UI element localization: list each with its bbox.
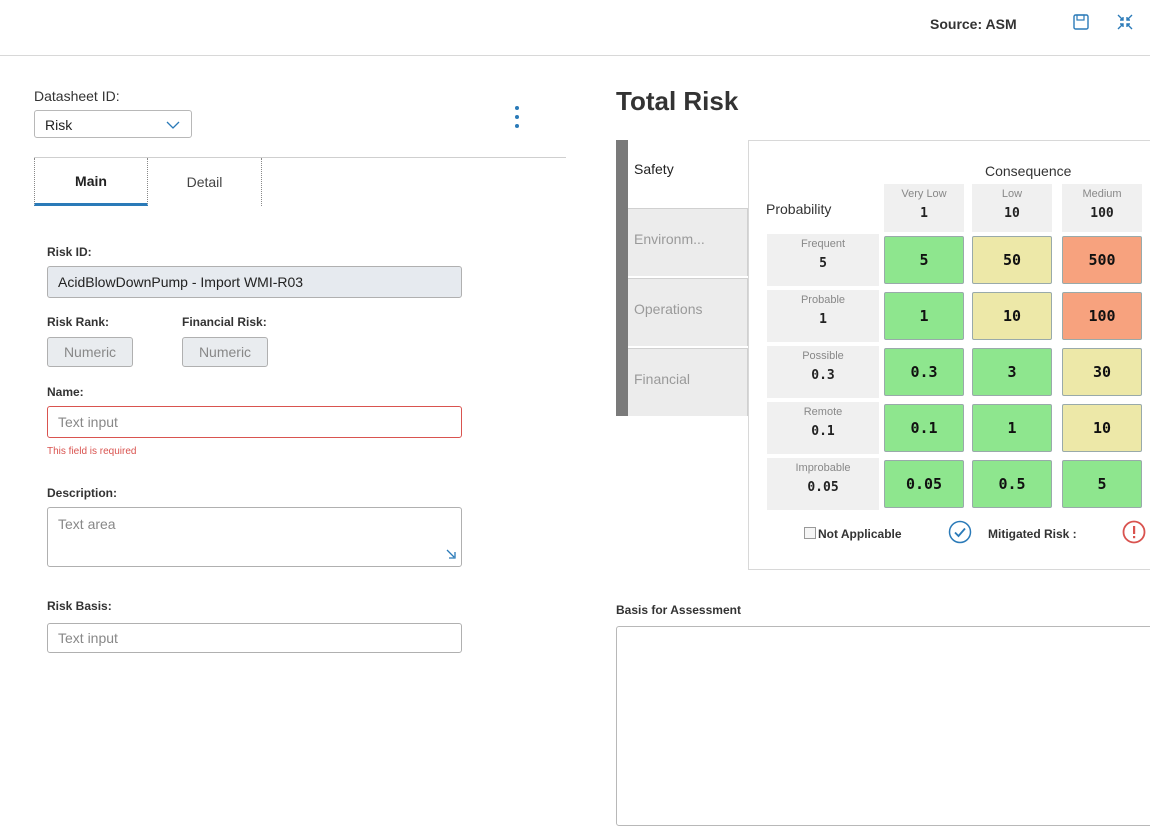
column-value: 10 [1004, 206, 1020, 221]
tab-environment[interactable]: Environm... [628, 208, 748, 276]
risk-cell[interactable]: 3 [972, 348, 1052, 396]
consequence-heading: Consequence [985, 163, 1072, 179]
datasheet-id-select[interactable]: Risk [34, 110, 192, 138]
risk-basis-label: Risk Basis: [47, 599, 112, 613]
tab-main[interactable]: Main [34, 158, 148, 206]
row-name: Improbable [795, 462, 851, 474]
column-value: 1 [920, 206, 928, 221]
row-name: Frequent [800, 238, 846, 250]
risk-cell[interactable]: 100 [1062, 292, 1142, 340]
row-name: Remote [803, 406, 843, 418]
probability-row-header: Remote 0.1 [767, 402, 879, 454]
resize-handle-icon[interactable] [445, 547, 457, 565]
consequence-column-header: Medium 100 [1062, 184, 1142, 232]
row-name: Possible [802, 350, 844, 362]
risk-cell[interactable]: 1 [884, 292, 964, 340]
name-error-message: This field is required [47, 446, 137, 457]
risk-cell[interactable]: 0.05 [884, 460, 964, 508]
description-placeholder: Text area [58, 516, 116, 532]
risk-id-label: Risk ID: [47, 245, 92, 259]
risk-rank-field[interactable]: Numeric [47, 337, 133, 367]
column-name: Low [1001, 188, 1023, 200]
consequence-column-header: Low 10 [972, 184, 1052, 232]
row-value: 5 [819, 256, 827, 271]
tab-safety[interactable]: Safety [628, 140, 748, 208]
name-label: Name: [47, 385, 84, 399]
probability-row-header: Probable 1 [767, 290, 879, 342]
description-textarea[interactable]: Text area [47, 507, 462, 567]
warning-icon[interactable] [1122, 520, 1146, 544]
datasheet-id-label: Datasheet ID: [34, 88, 120, 104]
row-value: 0.1 [811, 424, 835, 439]
risk-cell[interactable]: 0.3 [884, 348, 964, 396]
risk-rank-label: Risk Rank: [47, 315, 110, 329]
tab-detail[interactable]: Detail [148, 158, 262, 206]
tab-financial[interactable]: Financial [628, 348, 748, 416]
source-label: Source: ASM [930, 16, 1017, 32]
basis-for-assessment-label: Basis for Assessment [616, 603, 741, 617]
row-value: 0.3 [811, 368, 835, 383]
risk-cell[interactable]: 10 [1062, 404, 1142, 452]
mitigated-risk-label: Mitigated Risk : [988, 527, 1077, 541]
tab-operations[interactable]: Operations [628, 278, 748, 346]
risk-cell[interactable]: 50 [972, 236, 1052, 284]
consequence-column-header: Very Low 1 [884, 184, 964, 232]
probability-row-header: Improbable 0.05 [767, 458, 879, 510]
column-value: 100 [1090, 206, 1114, 221]
probability-row-header: Possible 0.3 [767, 346, 879, 398]
risk-basis-field[interactable]: Text input [47, 623, 462, 653]
risk-id-field[interactable]: AcidBlowDownPump - Import WMI-R03 [47, 266, 462, 298]
save-icon[interactable] [1070, 11, 1092, 33]
risk-cell[interactable]: 5 [884, 236, 964, 284]
not-applicable-checkbox[interactable] [804, 527, 816, 539]
name-field[interactable]: Text input [47, 406, 462, 438]
column-name: Very Low [901, 188, 947, 200]
probability-row-header: Frequent 5 [767, 234, 879, 286]
financial-risk-label: Financial Risk: [182, 315, 267, 329]
more-options-icon[interactable] [512, 106, 522, 128]
risk-cell[interactable]: 10 [972, 292, 1052, 340]
category-strip [616, 140, 628, 416]
probability-heading: Probability [766, 201, 832, 217]
description-label: Description: [47, 486, 118, 500]
datasheet-id-value: Risk [45, 117, 73, 133]
financial-risk-field[interactable]: Numeric [182, 337, 268, 367]
risk-cell[interactable]: 5 [1062, 460, 1142, 508]
check-circle-icon[interactable] [948, 520, 972, 544]
row-value: 0.05 [807, 480, 839, 495]
chevron-down-icon [165, 116, 181, 135]
risk-cell[interactable]: 30 [1062, 348, 1142, 396]
risk-cell[interactable]: 0.5 [972, 460, 1052, 508]
column-name: Medium [1082, 188, 1122, 200]
not-applicable-label: Not Applicable [818, 527, 902, 541]
risk-cell[interactable]: 500 [1062, 236, 1142, 284]
row-name: Probable [800, 294, 846, 306]
total-risk-title: Total Risk [616, 86, 739, 116]
basis-for-assessment-textarea[interactable] [616, 626, 1150, 826]
collapse-icon[interactable] [1114, 11, 1136, 33]
row-value: 1 [819, 312, 827, 327]
risk-cell[interactable]: 0.1 [884, 404, 964, 452]
risk-cell[interactable]: 1 [972, 404, 1052, 452]
